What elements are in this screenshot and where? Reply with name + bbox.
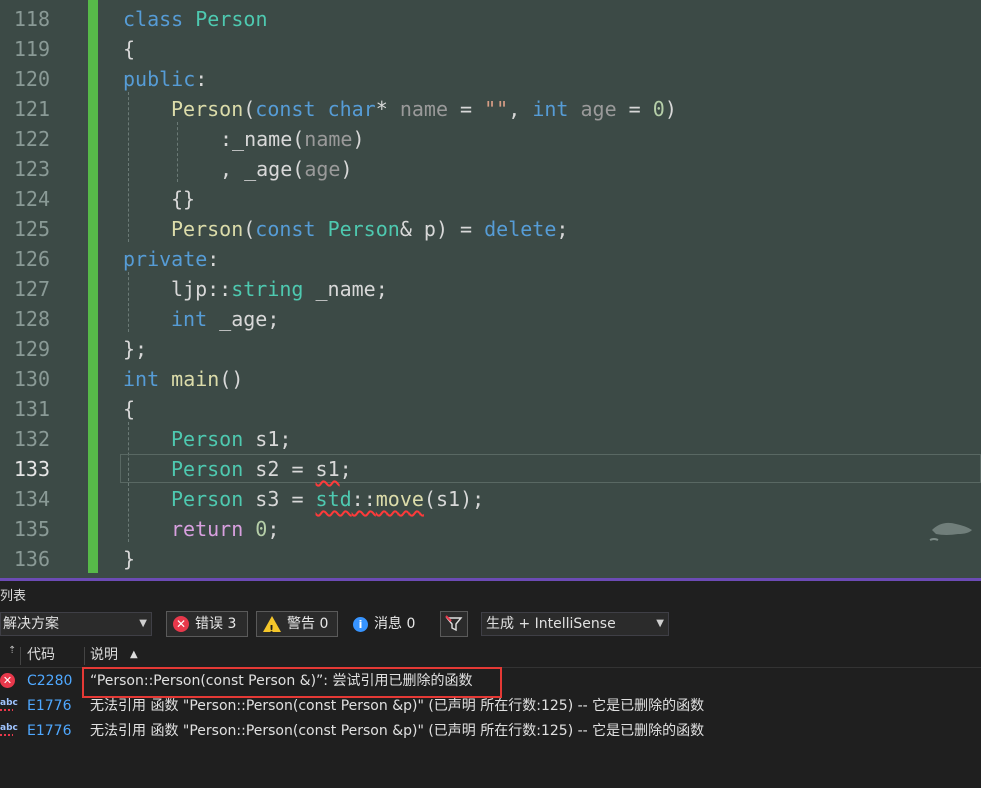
code-line-127[interactable]: ljp::string _name; — [171, 274, 388, 304]
error-row[interactable]: abc E1776 无法引用 函数 "Person::Person(const … — [0, 719, 981, 744]
code-line-135[interactable]: return 0; — [171, 514, 279, 544]
code-editor[interactable]: 118 119 120 121 122 123 124 125 126 127 … — [0, 0, 981, 578]
line-number: 131 — [13, 397, 50, 421]
line-number: 118 — [13, 7, 50, 31]
code-line-132[interactable]: Person s1; — [171, 424, 291, 454]
error-description: 无法引用 函数 "Person::Person(const Person &p)… — [90, 698, 705, 714]
code-line-125[interactable]: Person(const Person& p) = delete; — [171, 214, 568, 244]
line-number: 123 — [13, 157, 50, 181]
error-code[interactable]: C2280 — [27, 669, 72, 694]
code-line-129[interactable]: }; — [123, 334, 147, 364]
line-number: 124 — [13, 187, 50, 211]
chevron-down-icon: ▼ — [139, 618, 147, 629]
line-number: 129 — [13, 337, 50, 361]
column-sort-icon: ⇡ — [8, 645, 17, 656]
code-line-130[interactable]: int main() — [123, 364, 243, 394]
warnings-filter-button[interactable]: ! 警告 0 — [256, 611, 338, 637]
code-line-136[interactable]: } — [123, 544, 135, 574]
column-header-row: ⇡ 代码 说明 ▲ — [0, 643, 981, 668]
error-description: 无法引用 函数 "Person::Person(const Person &p)… — [90, 723, 705, 739]
messages-filter-button[interactable]: i 消息 0 — [346, 611, 430, 637]
indent-guide — [177, 122, 178, 182]
sort-ascending-icon: ▲ — [130, 649, 138, 660]
column-divider — [84, 647, 85, 665]
error-icon: ✕ — [173, 616, 189, 632]
filter-button[interactable] — [440, 611, 468, 637]
column-header-code[interactable]: 代码 — [27, 643, 55, 667]
code-line-124[interactable]: {} — [171, 184, 195, 214]
indent-guide — [128, 92, 129, 242]
line-number: 136 — [13, 547, 50, 571]
error-icon: ✕ — [0, 673, 15, 688]
code-line-131[interactable]: { — [123, 394, 135, 424]
code-line-119[interactable]: { — [123, 34, 135, 64]
chevron-down-icon: ▼ — [656, 618, 664, 629]
column-header-description[interactable]: 说明 — [90, 643, 118, 667]
panel-title: 列表 — [0, 589, 27, 604]
line-number: 134 — [13, 487, 50, 511]
error-list-toolbar: 解决方案 ▼ ✕ 错误 3 ! 警告 0 i 消息 0 生成 + Intelli… — [0, 611, 981, 639]
line-number: 128 — [13, 307, 50, 331]
code-line-122[interactable]: :_name(name) — [220, 124, 365, 154]
code-line-120[interactable]: public: — [123, 64, 207, 94]
line-number-active: 133 — [13, 457, 50, 481]
warning-icon: ! — [263, 616, 281, 636]
scope-dropdown[interactable]: 解决方案 ▼ — [0, 612, 152, 636]
code-line-118[interactable]: class Person — [123, 4, 268, 34]
error-row[interactable]: abc E1776 无法引用 函数 "Person::Person(const … — [0, 694, 981, 719]
code-line-128[interactable]: int _age; — [171, 304, 279, 334]
line-number: 127 — [13, 277, 50, 301]
error-squiggle: std::move — [315, 487, 424, 511]
error-squiggle: s1 — [315, 457, 340, 481]
change-indicator-bar — [88, 0, 98, 573]
line-number: 121 — [13, 97, 50, 121]
line-number: 135 — [13, 517, 50, 541]
indent-guide — [128, 272, 129, 332]
filter-icon — [445, 615, 463, 632]
line-number: 132 — [13, 427, 50, 451]
error-list-panel: 列表 解决方案 ▼ ✕ 错误 3 ! 警告 0 i 消息 0 生成 + Inte… — [0, 581, 981, 788]
column-divider — [20, 647, 21, 665]
line-number: 126 — [13, 247, 50, 271]
errors-filter-button[interactable]: ✕ 错误 3 — [166, 611, 248, 637]
line-number-gutter: 118 119 120 121 122 123 124 125 126 127 … — [0, 0, 88, 578]
code-line-126[interactable]: private: — [123, 244, 219, 274]
code-line-121[interactable]: Person(const char* name = "", int age = … — [171, 94, 677, 124]
error-code[interactable]: E1776 — [27, 719, 71, 744]
whale-watermark-icon — [929, 522, 972, 541]
code-line-134[interactable]: Person s3 = std::move(s1); — [171, 484, 484, 514]
build-source-dropdown[interactable]: 生成 + IntelliSense ▼ — [481, 612, 669, 636]
error-code[interactable]: E1776 — [27, 694, 71, 719]
info-icon: i — [353, 616, 368, 632]
intellisense-error-icon: abc — [0, 699, 18, 711]
intellisense-error-icon: abc — [0, 724, 18, 736]
line-number: 125 — [13, 217, 50, 241]
line-number: 122 — [13, 127, 50, 151]
line-number: 119 — [13, 37, 50, 61]
line-number: 120 — [13, 67, 50, 91]
line-number: 130 — [13, 367, 50, 391]
code-line-123[interactable]: , _age(age) — [220, 154, 352, 184]
code-line-133[interactable]: Person s2 = s1; — [171, 454, 352, 484]
